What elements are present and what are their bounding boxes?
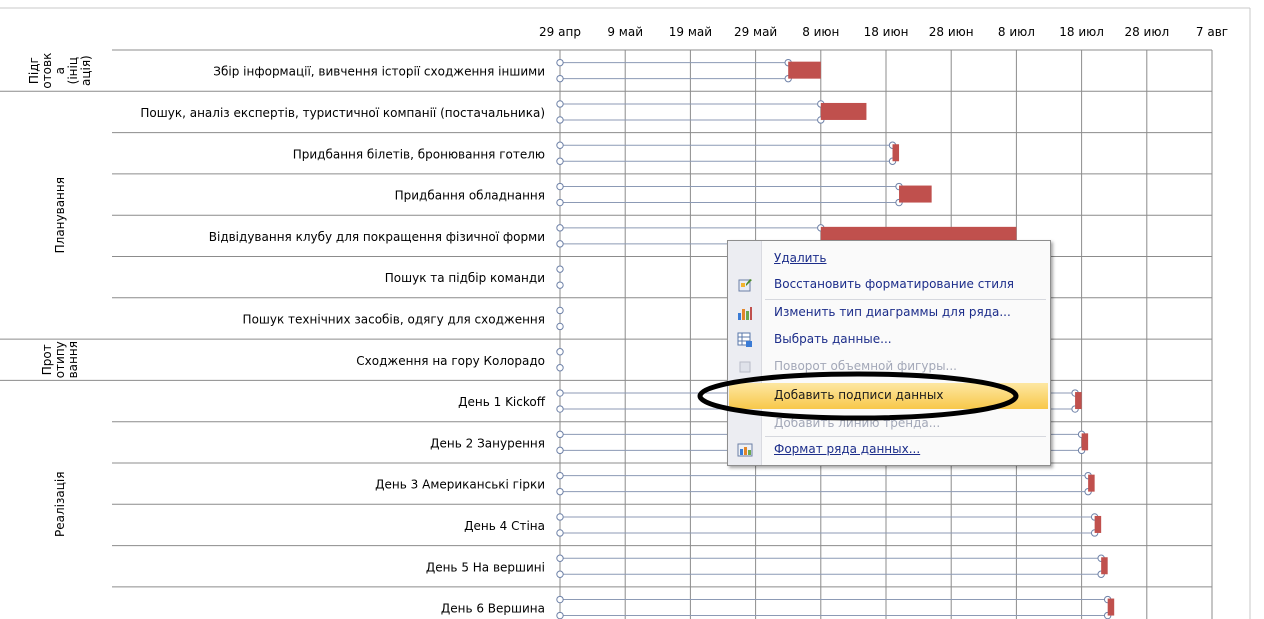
phase-label: вання xyxy=(66,341,80,378)
selection-handle xyxy=(556,430,564,439)
gantt-bar xyxy=(892,144,900,162)
x-tick-label: 19 май xyxy=(669,25,712,39)
gantt-bar xyxy=(899,185,932,203)
selection-handle xyxy=(556,348,564,356)
menu-item-select-data[interactable]: Выбрать данные... xyxy=(729,327,1048,353)
selection-handle xyxy=(556,611,564,619)
reset-style-icon xyxy=(738,279,752,292)
menu-item-label: Удалить xyxy=(774,251,827,265)
task-label: Придбання білетів, бронювання готелю xyxy=(293,147,545,161)
selection-handle xyxy=(556,240,564,248)
selection-handle xyxy=(556,116,564,124)
gantt-bar xyxy=(1107,598,1115,616)
phase-label: Прот xyxy=(40,344,54,375)
menu-item-add-trendline: Добавить линию тренда... xyxy=(729,411,1048,437)
gantt-bar xyxy=(1101,557,1108,575)
menu-item-format-series[interactable]: Формат ряда данных... xyxy=(729,437,1048,463)
task-label: День 2 Занурення xyxy=(430,436,545,450)
x-tick-label: 29 апр xyxy=(539,25,581,39)
selection-handle xyxy=(556,595,564,604)
selection-handle xyxy=(556,141,564,149)
select-data-icon xyxy=(737,332,752,347)
gantt-bar xyxy=(788,61,821,79)
selection-handle xyxy=(556,281,564,289)
phase-label: отипу xyxy=(53,341,67,378)
selection-handle xyxy=(556,471,564,480)
phase-label: ація) xyxy=(79,55,93,86)
selection-handle xyxy=(556,405,564,413)
menu-item-label: Поворот объемной фигуры... xyxy=(774,359,957,373)
x-tick-label: 18 июн xyxy=(864,25,909,39)
task-label: Сходження на гору Колорадо xyxy=(356,354,545,368)
phase-label: Планування xyxy=(53,177,67,253)
menu-item-add-data-labels[interactable]: Добавить подписи данных xyxy=(729,383,1048,409)
task-label: Відвідування клубу для покращення фізичн… xyxy=(209,230,545,244)
selection-handle xyxy=(556,182,564,191)
x-tick-label: 7 авг xyxy=(1196,25,1228,39)
menu-item-delete[interactable]: Удалить xyxy=(729,246,1048,272)
task-label: Пошук технічних засобів, одягу для сходж… xyxy=(243,312,545,326)
task-label: Пошук та підбір команди xyxy=(385,271,545,285)
menu-item-change-chart-type[interactable]: Изменить тип диаграммы для ряда... xyxy=(729,300,1048,326)
selection-handle xyxy=(556,513,564,521)
x-tick-label: 18 июл xyxy=(1059,25,1104,39)
menu-item-label: Формат ряда данных... xyxy=(774,442,921,456)
x-tick-label: 29 май xyxy=(734,25,777,39)
3d-rotation-icon xyxy=(739,361,751,373)
menu-item-3d-rotation: Поворот объемной фигуры... xyxy=(729,354,1048,380)
phase-label: отовк xyxy=(40,53,54,89)
selection-handle xyxy=(556,446,564,455)
menu-item-label: Восстановить форматирование стиля xyxy=(774,277,1014,291)
gantt-bar xyxy=(1075,392,1082,410)
task-label: Збір інформації, вивчення історії сходже… xyxy=(213,65,545,79)
gantt-bar xyxy=(820,102,867,120)
selection-handle xyxy=(556,100,564,108)
x-tick-label: 28 июл xyxy=(1124,25,1169,39)
selection-handle xyxy=(556,157,564,165)
chart-type-icon xyxy=(738,307,752,320)
task-label: День 5 На вершині xyxy=(426,560,545,574)
excel-chart-screenshot: 29 апр 9 май 19 май 29 май 8 июн 18 июн 28 июн… xyxy=(0,0,1264,619)
selection-handle xyxy=(556,198,564,207)
menu-item-label: Добавить подписи данных xyxy=(774,388,944,402)
selection-handle xyxy=(556,58,564,67)
selection-handle xyxy=(556,74,564,83)
task-label: Пошук, аналіз експертів, туристичної ком… xyxy=(140,106,545,120)
selection-handle xyxy=(556,487,564,496)
selection-handle xyxy=(556,322,564,331)
menu-item-label: Добавить линию тренда... xyxy=(774,416,941,430)
selection-handle xyxy=(556,554,564,562)
phase-label: Реалізація xyxy=(53,472,67,537)
selection-handle xyxy=(556,364,564,372)
task-label: День 6 Вершина xyxy=(441,602,545,616)
selection-handle xyxy=(556,306,564,315)
menu-item-label: Изменить тип диаграммы для ряда... xyxy=(774,305,1011,319)
phase-label: а xyxy=(53,67,67,74)
task-label: Придбання обладнання xyxy=(395,189,545,203)
x-tick-label: 8 июн xyxy=(802,25,839,39)
selection-handle xyxy=(556,265,564,273)
gantt-bar xyxy=(1094,515,1102,533)
context-menu: Удалить Восстановить форматирование стил… xyxy=(727,240,1051,466)
task-label: День 4 Стіна xyxy=(464,519,545,533)
x-tick-label: 9 май xyxy=(607,25,643,39)
menu-item-label: Выбрать данные... xyxy=(774,332,892,346)
selection-handle xyxy=(556,389,564,397)
task-label: День 3 Американські гірки xyxy=(375,478,545,492)
phase-label: (ініц xyxy=(66,57,80,84)
menu-item-reset-style[interactable]: Восстановить форматирование стиля xyxy=(729,272,1048,298)
gantt-bar xyxy=(1081,433,1089,451)
x-tick-label: 8 июл xyxy=(998,25,1035,39)
x-tick-label: 28 июн xyxy=(929,25,974,39)
format-series-icon xyxy=(737,443,753,457)
task-label: День 1 Kickoff xyxy=(458,395,546,409)
gantt-chart[interactable]: 29 апр 9 май 19 май 29 май 8 июн 18 июн 28 июн… xyxy=(0,0,1264,619)
phase-label: Підг xyxy=(27,57,41,84)
selection-handle xyxy=(556,224,564,232)
selection-handle xyxy=(556,570,564,578)
gantt-bar xyxy=(1088,474,1095,492)
selection-handle xyxy=(556,529,564,537)
